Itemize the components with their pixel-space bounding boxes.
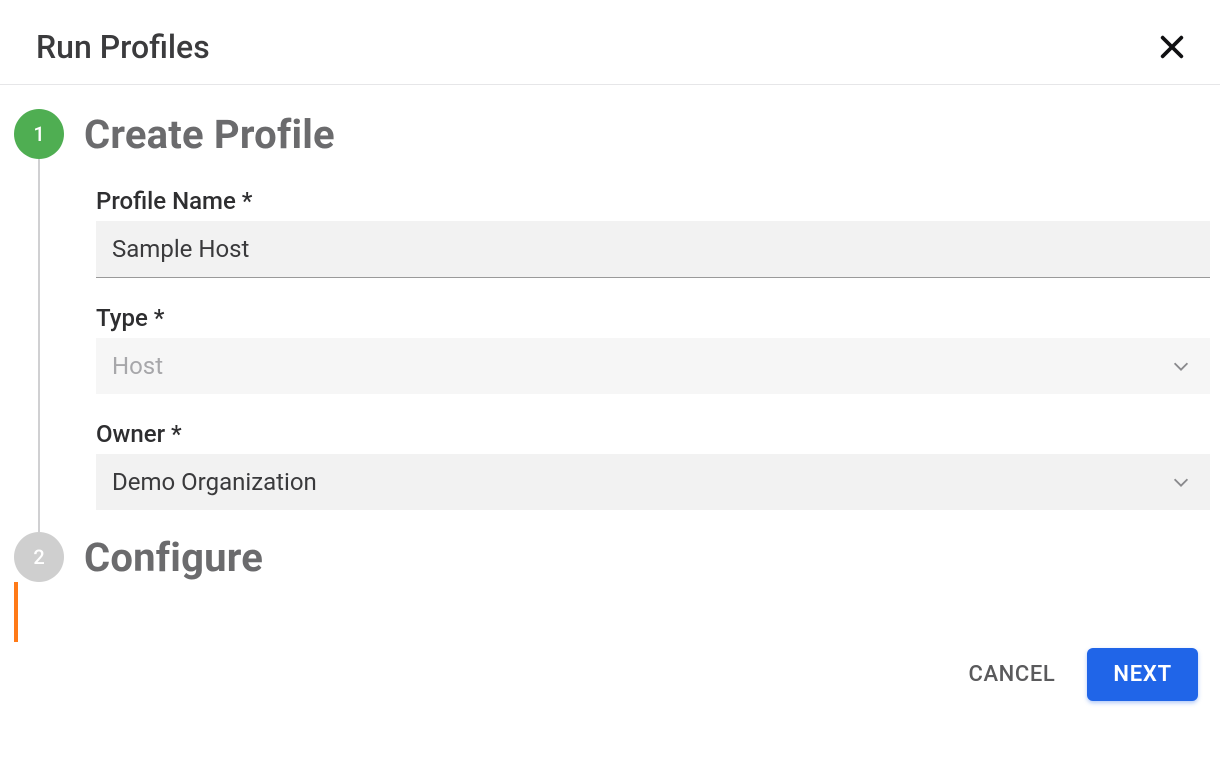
run-profiles-dialog: Run Profiles 1 Create Profile Profile Na…	[0, 0, 1220, 721]
step-title-configure: Configure	[84, 534, 263, 581]
step-badge-1: 1	[14, 109, 64, 159]
field-profile-name: Profile Name *	[96, 187, 1210, 278]
step-body-configure	[14, 582, 1220, 642]
field-owner: Owner * Demo Organization	[96, 420, 1210, 510]
label-type: Type *	[96, 304, 1210, 332]
close-icon	[1158, 33, 1186, 61]
stepper: 1 Create Profile Profile Name * Type * H…	[0, 85, 1220, 642]
step-header-configure: 2 Configure	[14, 532, 1220, 582]
step-title-create: Create Profile	[84, 111, 335, 158]
select-owner-value: Demo Organization	[112, 468, 1170, 496]
step-create-profile: 1 Create Profile Profile Name * Type * H…	[14, 109, 1220, 532]
step-body-create: Profile Name * Type * Host Owner *	[38, 159, 1220, 532]
chevron-down-icon	[1170, 471, 1192, 493]
chevron-down-icon	[1170, 355, 1192, 377]
step-badge-2: 2	[14, 532, 64, 582]
close-button[interactable]	[1154, 29, 1190, 65]
dialog-header: Run Profiles	[0, 0, 1220, 85]
dialog-title: Run Profiles	[36, 28, 210, 66]
select-owner[interactable]: Demo Organization	[96, 454, 1210, 510]
label-profile-name: Profile Name *	[96, 187, 1210, 215]
input-profile-name[interactable]	[96, 221, 1210, 278]
step-configure: 2 Configure	[14, 532, 1220, 642]
field-type: Type * Host	[96, 304, 1210, 394]
select-type[interactable]: Host	[96, 338, 1210, 394]
cancel-button[interactable]: CANCEL	[961, 648, 1064, 701]
label-owner: Owner *	[96, 420, 1210, 448]
select-type-value: Host	[112, 352, 1170, 380]
dialog-actions: CANCEL NEXT	[0, 642, 1220, 701]
step-header-create: 1 Create Profile	[14, 109, 1220, 159]
next-button[interactable]: NEXT	[1087, 648, 1198, 701]
